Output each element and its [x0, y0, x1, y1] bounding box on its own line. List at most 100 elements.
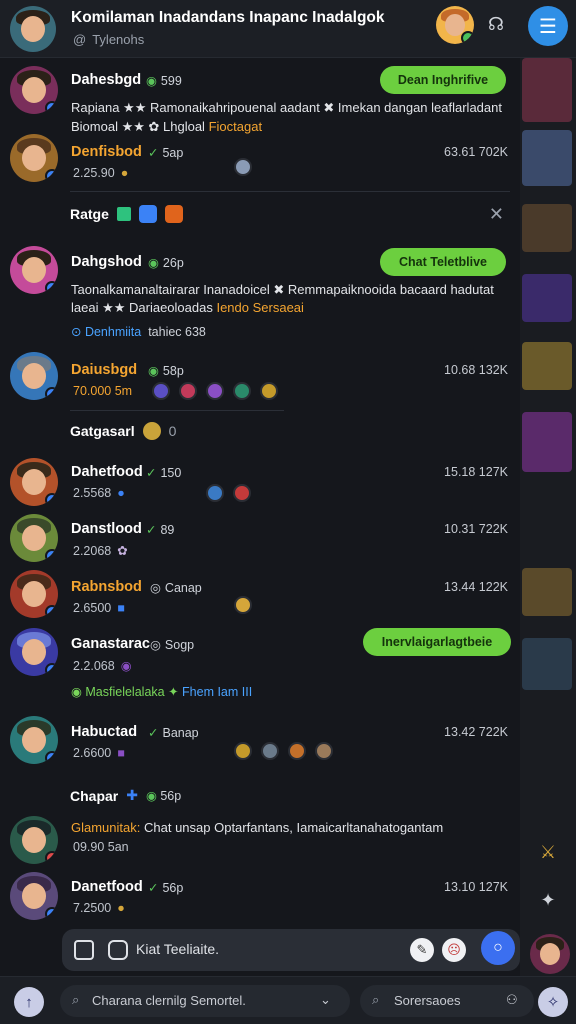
reaction-icon	[260, 382, 278, 400]
check-icon: ◉	[71, 685, 86, 699]
user-tag: ✓ 150	[146, 466, 182, 480]
section-header: Chapar ✚ ◉ 56p	[70, 787, 182, 804]
list-item[interactable]: Habuctad ✓ Banap 13.42 722K 2.6600 ■	[0, 714, 520, 774]
user-avatar[interactable]	[10, 66, 58, 114]
user-name: Dahgshod	[71, 254, 142, 270]
meta-text: 2.25.90 ●	[73, 166, 129, 180]
timestamp: 13.42 722K	[444, 725, 508, 739]
timestamp: 15.18 127K	[444, 465, 508, 479]
message-composer[interactable]: Kiat Teeliaite. ✎ ☹	[62, 929, 520, 971]
hamburger-icon: ☰	[539, 15, 557, 38]
list-item[interactable]: Denfisbod ✓ 5ap 63.61 702K 2.25.90 ●	[0, 134, 520, 192]
reaction-bar[interactable]	[152, 382, 278, 400]
link-line[interactable]: ◉ Masfielelalaka ✦ Fhem Iam III	[71, 684, 252, 699]
sticker-icon[interactable]	[108, 940, 128, 960]
reaction-icon	[233, 484, 251, 502]
user-avatar[interactable]	[10, 872, 58, 920]
close-icon[interactable]: ✕	[489, 204, 504, 225]
channel-handle: @ Tylenohs	[73, 32, 145, 47]
spark-icon[interactable]: ✦	[534, 886, 562, 914]
user-avatar[interactable]	[10, 458, 58, 506]
media-thumbnail[interactable]	[522, 568, 572, 616]
list-item[interactable]: Dahgshod ◉ 26p Chat Teletblive Taonalkama…	[0, 244, 520, 344]
send-button[interactable]: ○	[481, 931, 515, 965]
timestamp: 10.31 722K	[444, 522, 508, 536]
menu-button[interactable]: ☰	[528, 6, 568, 46]
meta-text: 2.2068 ✿	[73, 544, 128, 558]
media-thumbnail[interactable]	[522, 412, 572, 472]
sword-icon[interactable]: ⚔	[534, 838, 562, 866]
chevron-down-icon[interactable]: ⌄	[320, 992, 331, 1008]
message-text: Taonalkamanaltairarar Inanadoicel ✖ Remm…	[71, 282, 494, 297]
list-item[interactable]: Rabnsbod ◎ Canap 13.44 122K 2.6500 ■	[0, 570, 520, 626]
message-text: Glamunitak: Chat unsap Optarfantans, Iam…	[71, 820, 444, 835]
user-tag: ✓ Banap	[148, 726, 199, 740]
reaction-icon[interactable]	[234, 158, 252, 176]
reaction-icon	[261, 742, 279, 760]
channel-avatar[interactable]	[10, 6, 56, 52]
bottom-bar: ↑ ⌕ Charana clernilg Semortel. ⌄ ⌕ Sorer…	[0, 976, 576, 1024]
pen-icon[interactable]: ✎	[410, 938, 434, 962]
profile-avatar[interactable]	[436, 6, 474, 44]
media-thumbnail[interactable]	[522, 638, 572, 690]
upload-button[interactable]: ↑	[14, 987, 44, 1017]
user-avatar[interactable]	[10, 246, 58, 294]
action-button[interactable]: Inervlaigarlagtbeie	[363, 628, 511, 656]
coin-icon: ●	[120, 166, 129, 180]
user-avatar[interactable]	[10, 352, 58, 400]
search-right-field[interactable]: ⌕ Sorersaoes ⚇	[360, 985, 534, 1017]
settings-button[interactable]: ✧	[538, 987, 568, 1017]
meta-text: 2.6500 ■	[73, 601, 125, 615]
search-left-field[interactable]: ⌕ Charana clernilg Semortel. ⌄	[60, 985, 350, 1017]
media-thumbnail[interactable]	[522, 204, 572, 252]
reaction-icon	[315, 742, 333, 760]
attach-icon[interactable]	[74, 940, 94, 960]
user-avatar[interactable]	[10, 628, 58, 676]
media-thumbnail[interactable]	[522, 58, 572, 122]
user-tag: ✓ 89	[146, 523, 175, 537]
link-line[interactable]: ⊙ Denhmiita tahiec 638	[71, 324, 206, 339]
list-item[interactable]: Dahesbgd ◉ 599 Dean Inghrifive Rapiana ★★…	[0, 64, 520, 136]
timestamp: 63.61 702K	[444, 145, 508, 159]
media-rail[interactable]: ⚔ ✦	[520, 58, 576, 976]
list-item[interactable]: Ganastarac ◎ Sogp Inervlaigarlagtbeie 2.2…	[0, 626, 520, 712]
media-thumbnail[interactable]	[522, 130, 572, 186]
user-name: Dahetfood	[71, 464, 143, 480]
user-tag: ◎ Sogp	[150, 638, 195, 652]
coin-icon	[142, 422, 161, 440]
user-tag: ◉ 58p	[148, 364, 184, 378]
headset-icon[interactable]: ☊	[484, 12, 508, 36]
emoji-icon[interactable]: ☹	[442, 938, 466, 962]
reaction-icon[interactable]	[234, 596, 252, 614]
user-tag: ✓ 5ap	[148, 146, 184, 160]
list-item[interactable]: Glamunitak: Chat unsap Optarfantans, Iam…	[0, 814, 520, 870]
user-avatar[interactable]	[10, 570, 58, 618]
user-avatar[interactable]	[10, 816, 58, 864]
group-icon[interactable]: ⚇	[506, 992, 518, 1008]
user-avatar[interactable]	[530, 934, 570, 974]
section-header: Ratge	[70, 205, 183, 223]
message-feed[interactable]: Dahesbgd ◉ 599 Dean Inghrifive Rapiana ★★…	[0, 58, 520, 976]
list-item[interactable]: Danstlood ✓ 89 10.31 722K 2.2068 ✿	[0, 514, 520, 570]
reaction-bar[interactable]	[234, 742, 333, 760]
user-name: Danetfood	[71, 879, 143, 895]
user-avatar[interactable]	[10, 514, 58, 562]
media-thumbnail[interactable]	[522, 342, 572, 390]
chat-button[interactable]: Chat Teletblive	[380, 248, 506, 276]
channel-title: Komilaman Inadandans Inapanc Inadalgok	[71, 9, 385, 26]
reaction-bar[interactable]	[206, 484, 251, 502]
list-item[interactable]: Dahetfood ✓ 150 15.18 127K 2.5568 ●	[0, 458, 520, 514]
list-item[interactable]: Daiusbgd ◉ 58p 10.68 132K 70.000 5m	[0, 352, 520, 412]
user-name: Dahesbgd	[71, 72, 142, 88]
list-item[interactable]: Danetfood ✓ 56p 13.10 127K 7.2500 ●	[0, 870, 520, 930]
meta-text: 70.000 5m	[73, 384, 133, 398]
message-input[interactable]: Kiat Teeliaite.	[136, 941, 219, 957]
reaction-icon	[288, 742, 306, 760]
user-avatar[interactable]	[10, 134, 58, 182]
follow-button[interactable]: Dean Inghrifive	[380, 66, 506, 94]
plus-icon	[116, 207, 131, 221]
user-avatar[interactable]	[10, 716, 58, 764]
reaction-icon	[152, 382, 170, 400]
link-icon: ⊙	[71, 325, 85, 339]
media-thumbnail[interactable]	[522, 274, 572, 322]
